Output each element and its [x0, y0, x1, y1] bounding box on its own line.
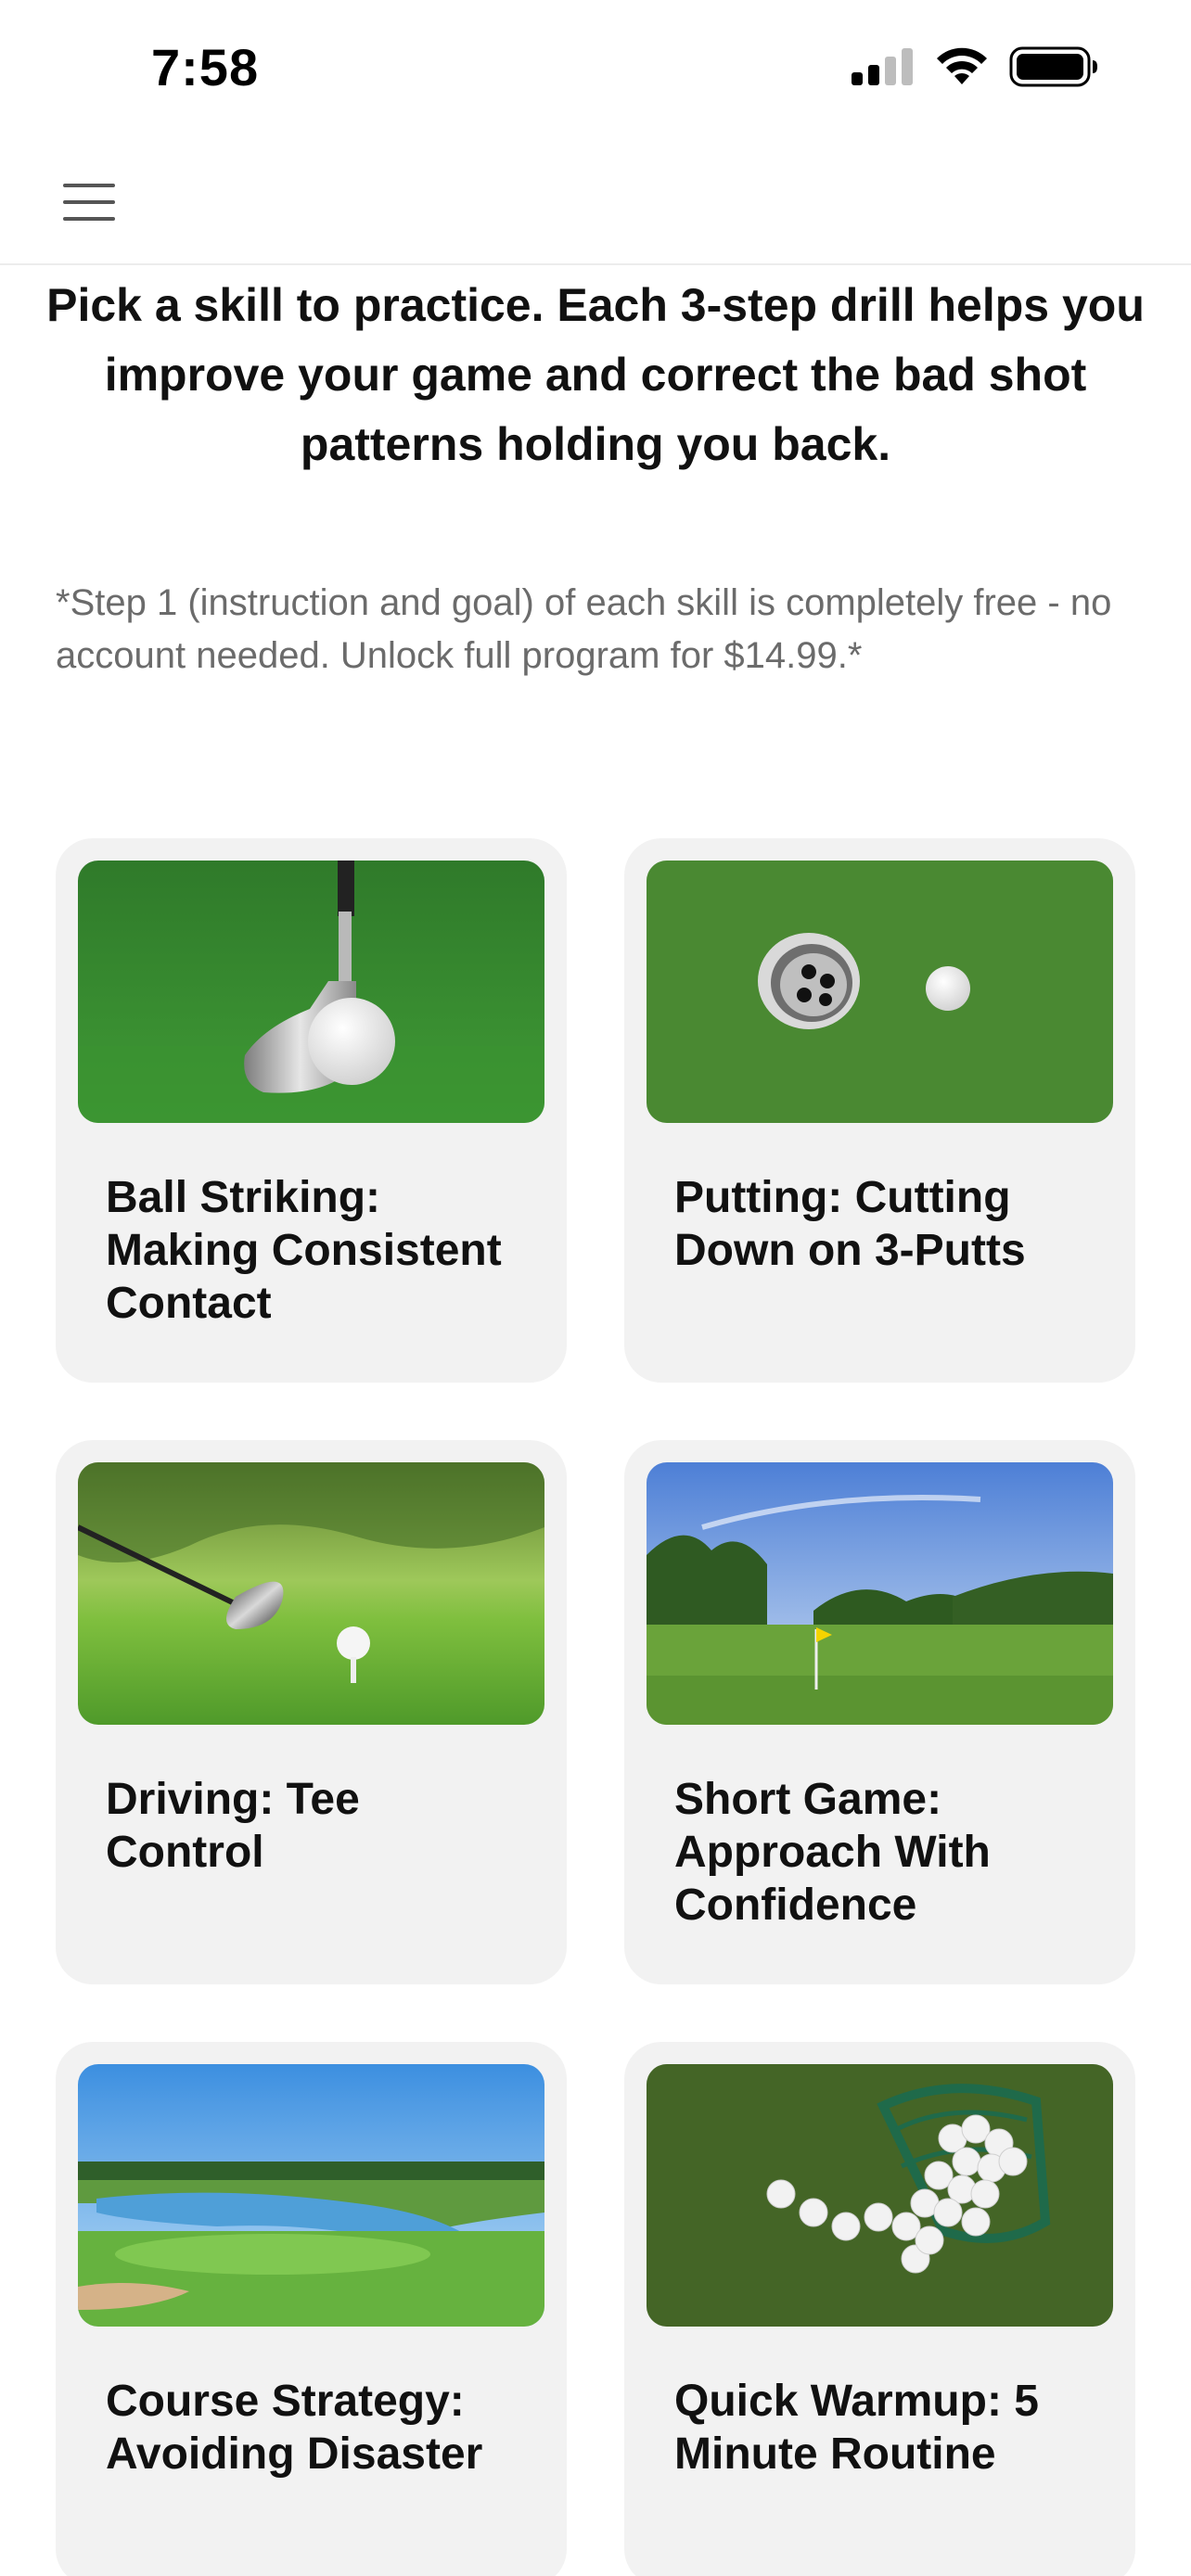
course-with-lake-image: [78, 2064, 544, 2327]
skill-title: Ball Striking: Making Consistent Contact: [106, 1173, 502, 1328]
battery-icon: [1009, 46, 1097, 87]
intro-headline: Pick a skill to practice. Each 3-step dr…: [46, 279, 1145, 470]
skill-card-driving[interactable]: Driving: Tee Control: [56, 1440, 567, 1984]
status-bar: 7:58: [0, 0, 1191, 139]
skill-title: Quick Warmup: 5 Minute Routine: [674, 2377, 1039, 2479]
iron-club-and-ball-image: [78, 861, 544, 1123]
skill-card-course-strategy[interactable]: Course Strategy: Avoiding Disaster: [56, 2042, 567, 2576]
golf-hole-and-ball-image: [647, 861, 1113, 1123]
top-nav: [0, 139, 1191, 265]
driver-and-ball-on-tee-image: [78, 1462, 544, 1725]
skill-card-ball-striking[interactable]: Ball Striking: Making Consistent Contact: [56, 838, 567, 1383]
wifi-icon: [937, 47, 987, 84]
skill-card-short-game[interactable]: Short Game: Approach With Confidence: [624, 1440, 1135, 1984]
skill-card-quick-warmup[interactable]: Quick Warmup: 5 Minute Routine: [624, 2042, 1135, 2576]
green-with-flag-and-trees-image: [647, 1462, 1113, 1725]
status-time: 7:58: [151, 38, 260, 96]
skill-title: Driving: Tee Control: [106, 1775, 360, 1877]
pricing-note: *Step 1 (instruction and goal) of each s…: [56, 582, 1112, 676]
skills-grid: Ball Striking: Making Consistent Contact: [56, 838, 1135, 2576]
status-icons: [852, 46, 1098, 87]
skill-title: Course Strategy: Avoiding Disaster: [106, 2377, 483, 2479]
bucket-of-range-balls-image: [647, 2064, 1113, 2327]
skill-title: Short Game: Approach With Confidence: [674, 1775, 991, 1930]
signal-icon: [852, 48, 913, 85]
skill-title: Putting: Cutting Down on 3-Putts: [674, 1173, 1026, 1275]
skill-card-putting[interactable]: Putting: Cutting Down on 3-Putts: [624, 838, 1135, 1383]
hamburger-menu-icon[interactable]: [61, 180, 117, 224]
